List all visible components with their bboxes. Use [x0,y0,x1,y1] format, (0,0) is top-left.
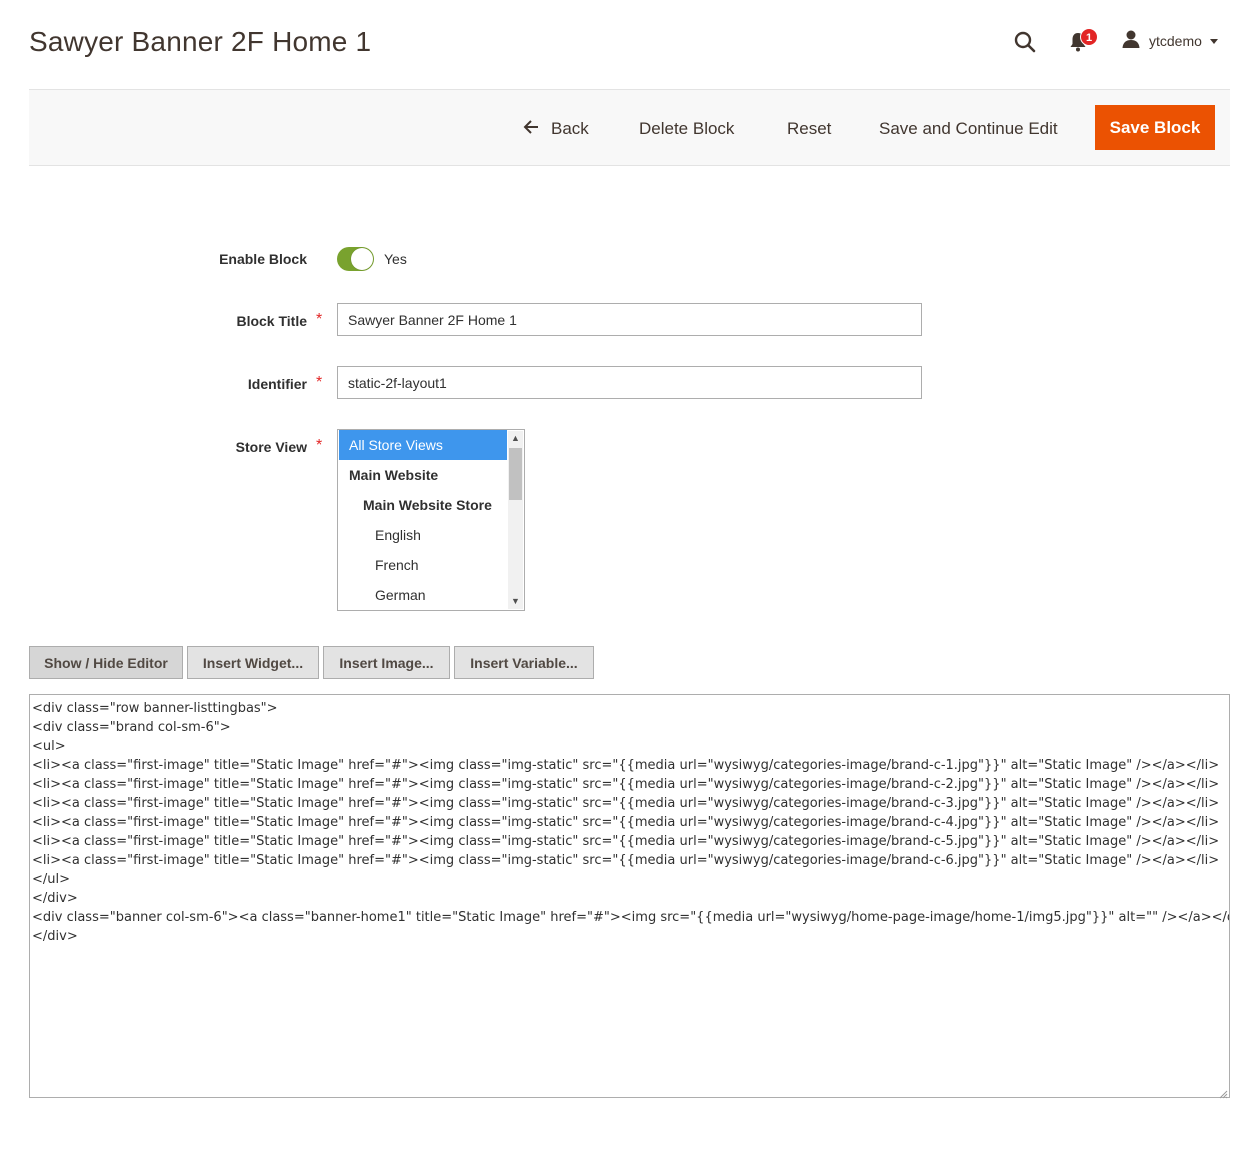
required-asterisk: * [316,437,323,454]
show-hide-editor-button[interactable]: Show / Hide Editor [29,646,183,679]
page-title: Sawyer Banner 2F Home 1 [29,26,372,57]
search-icon[interactable] [1013,30,1037,54]
user-menu[interactable]: ytcdemo [1121,30,1218,52]
store-option-all[interactable]: All Store Views [339,430,507,460]
block-title-label: Block Title [236,313,307,329]
notification-badge[interactable]: 1 [1080,28,1098,46]
insert-widget-button[interactable]: Insert Widget... [187,646,319,679]
multiselect-scrollbar[interactable]: ▲ ▼ [508,431,523,609]
user-icon [1121,29,1141,54]
enable-block-toggle[interactable] [337,247,374,271]
page-actions-bar: Back Delete Block Reset Save and Continu… [29,89,1230,166]
scroll-down-icon[interactable]: ▼ [508,594,523,609]
back-label: Back [551,119,589,138]
enable-block-value: Yes [384,251,407,267]
resize-grip-icon[interactable] [1218,1086,1228,1099]
store-option-main-website-store[interactable]: Main Website Store [339,490,507,520]
enable-block-label: Enable Block [219,251,307,267]
content-editor-textarea[interactable]: <div class="row banner-listtingbas"> <di… [29,694,1230,1098]
required-asterisk: * [316,311,323,328]
scrollbar-thumb[interactable] [509,448,522,500]
arrow-left-icon [523,106,539,151]
identifier-input[interactable] [337,366,922,399]
store-option-french[interactable]: French [339,550,507,580]
save-block-button[interactable]: Save Block [1095,105,1215,150]
store-view-label: Store View [235,439,307,455]
toggle-knob [351,248,373,270]
store-option-german[interactable]: German [339,580,507,610]
user-name: ytcdemo [1149,33,1202,49]
identifier-label: Identifier [247,376,307,392]
chevron-down-icon [1209,38,1218,44]
block-title-input[interactable] [337,303,922,336]
store-view-multiselect[interactable]: All Store Views Main Website Main Websit… [337,429,525,611]
insert-image-button[interactable]: Insert Image... [323,646,450,679]
store-option-main-website[interactable]: Main Website [339,460,507,490]
insert-variable-button[interactable]: Insert Variable... [454,646,594,679]
store-option-english[interactable]: English [339,520,507,550]
required-asterisk: * [316,374,323,391]
save-and-continue-button[interactable]: Save and Continue Edit [879,106,1058,151]
delete-block-button[interactable]: Delete Block [639,106,734,151]
back-button[interactable]: Back [523,106,589,151]
reset-button[interactable]: Reset [787,106,831,151]
scroll-up-icon[interactable]: ▲ [508,431,523,446]
